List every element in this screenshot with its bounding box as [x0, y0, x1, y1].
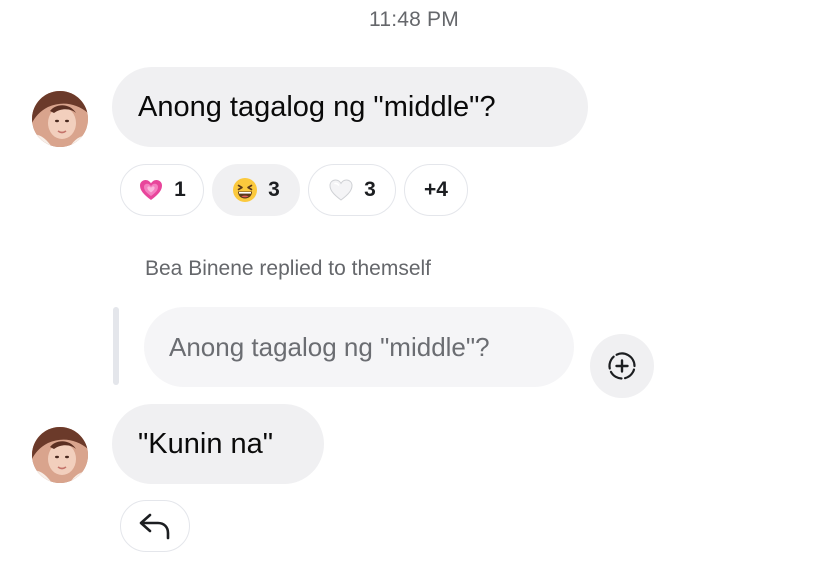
reply-caption: Bea Binene replied to themself: [145, 257, 432, 280]
add-reaction-icon: [608, 352, 636, 380]
reaction-count: 1: [174, 178, 186, 201]
white-heart-icon: [329, 179, 353, 201]
add-reaction-button[interactable]: [590, 334, 654, 398]
reaction-count: 3: [364, 178, 376, 201]
message-bubble[interactable]: Anong tagalog ng "middle"?: [112, 67, 588, 147]
reaction-white-heart[interactable]: 3: [308, 164, 396, 216]
more-reactions-button[interactable]: +4: [404, 164, 468, 216]
quoted-message[interactable]: Anong tagalog ng "middle"?: [144, 307, 574, 387]
sender-avatar[interactable]: [32, 91, 88, 147]
growing-heart-icon: [140, 180, 163, 200]
sender-avatar[interactable]: [32, 427, 88, 483]
avatar-photo: [32, 91, 88, 147]
reaction-grinning-squinting-face[interactable]: 3: [212, 164, 300, 216]
grinning-squinting-face-icon: [233, 178, 258, 202]
reply-indicator-bar: [113, 307, 119, 385]
more-reactions-label: +4: [424, 178, 448, 201]
reply-button[interactable]: [120, 500, 190, 552]
reply-arrow-icon: [139, 513, 170, 540]
avatar-photo: [32, 427, 88, 483]
message-timestamp: 11:48 PM: [369, 8, 459, 31]
message-bubble[interactable]: "Kunin na": [112, 404, 324, 484]
reaction-count: 3: [268, 178, 280, 201]
reaction-growing-heart[interactable]: 1: [120, 164, 204, 216]
